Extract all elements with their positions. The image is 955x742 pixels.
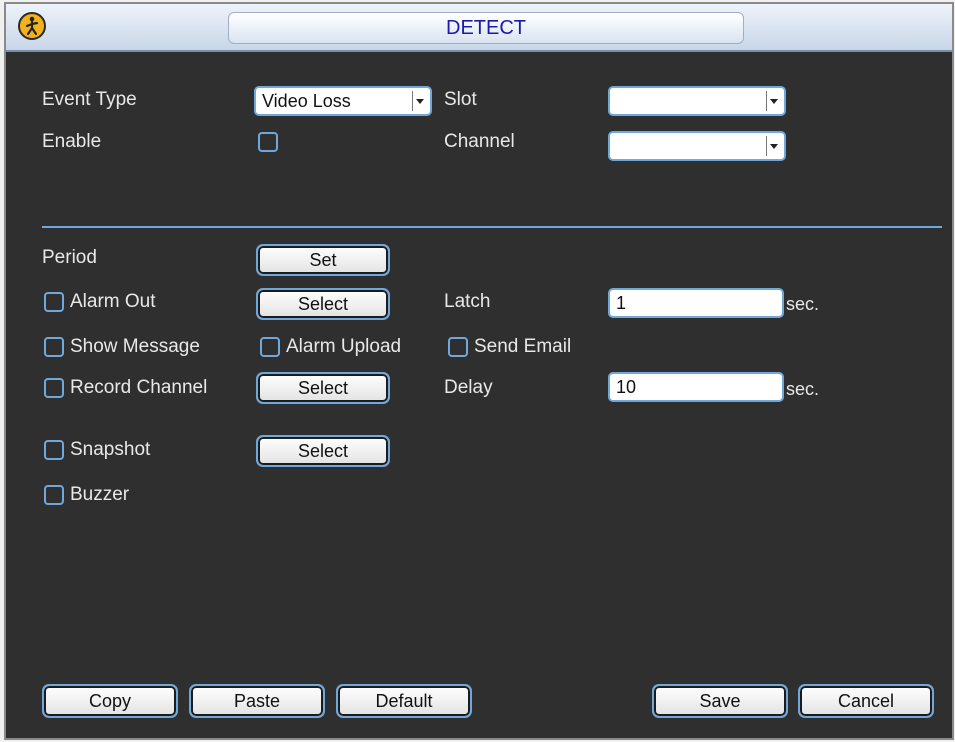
enable-label: Enable [42,131,102,152]
cancel-button[interactable]: Cancel [798,684,934,718]
slot-dropdown[interactable] [608,86,786,116]
period-label: Period [42,247,97,268]
slot-label: Slot [444,89,477,110]
event-type-dropdown[interactable]: Video Loss [254,86,432,116]
detect-window: DETECT Event Type Video Loss Slot Enable… [4,2,954,740]
snapshot-select-button[interactable]: Select [256,435,390,467]
alarm-out-label: Alarm Out [70,291,156,312]
snapshot-checkbox[interactable] [44,440,64,460]
latch-input[interactable]: 1 [608,288,784,318]
alarm-out-checkbox[interactable] [44,292,64,312]
show-message-checkbox[interactable] [44,337,64,357]
record-channel-checkbox[interactable] [44,378,64,398]
send-email-checkbox[interactable] [448,337,468,357]
delay-unit: sec. [786,379,820,399]
record-channel-label: Record Channel [70,377,208,398]
copy-button[interactable]: Copy [42,684,178,718]
buzzer-label: Buzzer [70,484,130,505]
show-message-label: Show Message [70,336,200,357]
record-channel-select-button[interactable]: Select [256,372,390,404]
window-title: DETECT [228,12,744,44]
channel-dropdown[interactable] [608,131,786,161]
enable-checkbox[interactable] [258,132,278,152]
default-button[interactable]: Default [336,684,472,718]
channel-label: Channel [444,131,515,152]
chevron-down-icon [766,136,781,156]
section-divider [42,226,942,228]
alarm-person-icon [18,12,46,40]
delay-input[interactable]: 10 [608,372,784,402]
chevron-down-icon [412,91,427,111]
send-email-label: Send Email [474,336,572,357]
event-type-value: Video Loss [262,91,351,111]
delay-label: Delay [444,377,493,398]
latch-unit: sec. [786,294,820,314]
paste-button[interactable]: Paste [189,684,325,718]
chevron-down-icon [766,91,781,111]
alarm-upload-label: Alarm Upload [286,336,402,357]
save-button[interactable]: Save [652,684,788,718]
title-bar: DETECT [6,4,952,52]
event-type-label: Event Type [42,89,137,110]
alarm-upload-checkbox[interactable] [260,337,280,357]
alarm-out-select-button[interactable]: Select [256,288,390,320]
latch-label: Latch [444,291,491,312]
buzzer-checkbox[interactable] [44,485,64,505]
period-set-button[interactable]: Set [256,244,390,276]
snapshot-label: Snapshot [70,439,151,460]
